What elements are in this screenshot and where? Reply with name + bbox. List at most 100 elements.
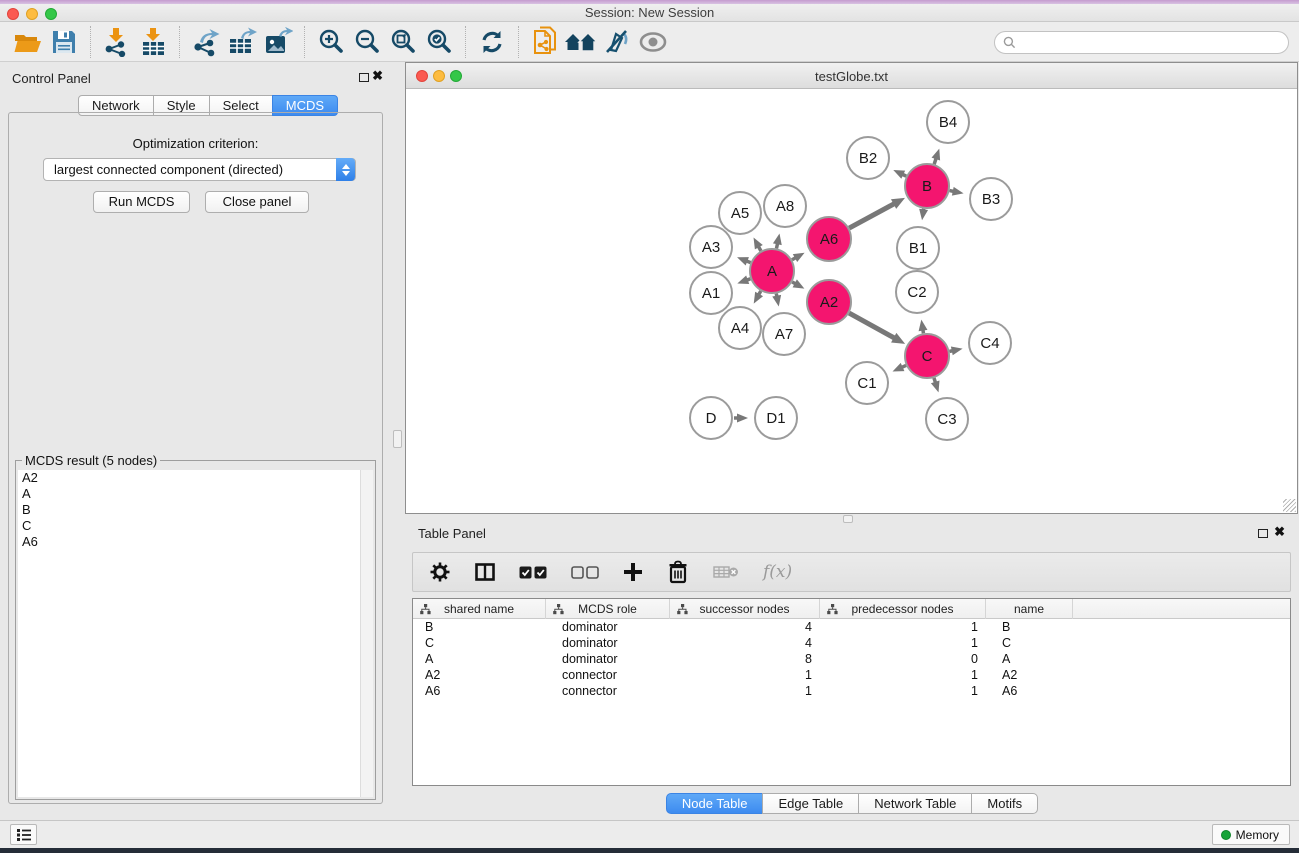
cell-predecessor-nodes[interactable]: 1 <box>820 667 986 683</box>
cell-successor-nodes[interactable]: 1 <box>670 667 820 683</box>
cell-name[interactable]: B <box>986 619 1073 635</box>
deselect-all-checkboxes-icon[interactable] <box>571 566 599 579</box>
splitter-grip[interactable] <box>393 430 402 448</box>
graph-node-C[interactable]: C <box>905 334 949 378</box>
cell-MCDS-role[interactable]: dominator <box>546 635 670 651</box>
close-panel-icon[interactable]: ✖ <box>1274 524 1285 540</box>
cell-shared-name[interactable]: A6 <box>413 683 546 699</box>
tab-motifs[interactable]: Motifs <box>971 793 1038 814</box>
zoom-selected-icon[interactable] <box>421 25 457 59</box>
cell-predecessor-nodes[interactable]: 1 <box>820 683 986 699</box>
cell-MCDS-role[interactable]: dominator <box>546 619 670 635</box>
table-row[interactable]: A2connector11A2 <box>413 667 1290 683</box>
splitter-grip[interactable] <box>843 515 853 523</box>
zoom-in-icon[interactable] <box>313 25 349 59</box>
graph-node-C3[interactable]: C3 <box>926 398 968 440</box>
tab-network-table[interactable]: Network Table <box>858 793 972 814</box>
run-mcds-button[interactable]: Run MCDS <box>93 191 190 213</box>
search-field[interactable] <box>994 31 1289 54</box>
graph-node-C2[interactable]: C2 <box>896 271 938 313</box>
cell-shared-name[interactable]: A2 <box>413 667 546 683</box>
graph-node-A6[interactable]: A6 <box>807 217 851 261</box>
close-panel-icon[interactable]: ✖ <box>372 68 383 84</box>
table-row[interactable]: Cdominator41C <box>413 635 1290 651</box>
export-table-icon[interactable] <box>224 25 260 59</box>
graph-node-B3[interactable]: B3 <box>970 178 1012 220</box>
result-item[interactable]: A <box>18 486 360 502</box>
graph-node-A1[interactable]: A1 <box>690 272 732 314</box>
vertical-splitter[interactable] <box>391 62 405 820</box>
delete-column-trash-icon[interactable] <box>667 560 689 584</box>
search-input[interactable] <box>1021 34 1288 52</box>
graph-node-B[interactable]: B <box>905 164 949 208</box>
zoom-fit-icon[interactable] <box>385 25 421 59</box>
cell-name[interactable]: A6 <box>986 683 1073 699</box>
gear-icon[interactable] <box>429 561 451 583</box>
graph-node-A2[interactable]: A2 <box>807 280 851 324</box>
clone-network-document-icon[interactable] <box>527 25 563 59</box>
graph-node-A7[interactable]: A7 <box>763 313 805 355</box>
cell-name[interactable]: A <box>986 651 1073 667</box>
graph-node-C1[interactable]: C1 <box>846 362 888 404</box>
cell-shared-name[interactable]: B <box>413 619 546 635</box>
graph-node-A[interactable]: A <box>750 249 794 293</box>
graph-node-A3[interactable]: A3 <box>690 226 732 268</box>
cell-MCDS-role[interactable]: dominator <box>546 651 670 667</box>
import-network-icon[interactable] <box>99 25 135 59</box>
column-header-shared-name[interactable]: shared name <box>413 599 546 619</box>
cell-predecessor-nodes[interactable]: 1 <box>820 635 986 651</box>
open-folder-icon[interactable] <box>10 25 46 59</box>
save-icon[interactable] <box>46 25 82 59</box>
result-item[interactable]: C <box>18 518 360 534</box>
memory-button[interactable]: Memory <box>1212 824 1290 845</box>
home-icon[interactable] <box>563 25 599 59</box>
graph-node-B2[interactable]: B2 <box>847 137 889 179</box>
network-canvas[interactable]: B4B2BB3A5A8A6A3B1AA1C2A2A4A7C4CC1C3DD1 <box>406 89 1297 513</box>
table-row[interactable]: Bdominator41B <box>413 619 1290 635</box>
criterion-dropdown[interactable]: largest connected component (directed) <box>43 158 356 181</box>
cell-successor-nodes[interactable]: 4 <box>670 635 820 651</box>
horizontal-splitter[interactable] <box>405 514 1299 524</box>
add-column-icon[interactable] <box>623 562 643 582</box>
cell-successor-nodes[interactable]: 8 <box>670 651 820 667</box>
graph-node-D[interactable]: D <box>690 397 732 439</box>
split-columns-icon[interactable] <box>475 563 495 581</box>
edge-A2-C[interactable] <box>849 313 895 339</box>
graph-node-A4[interactable]: A4 <box>719 307 761 349</box>
column-header-name[interactable]: name <box>986 599 1073 619</box>
zoom-out-icon[interactable] <box>349 25 385 59</box>
cell-shared-name[interactable]: C <box>413 635 546 651</box>
column-header-MCDS-role[interactable]: MCDS role <box>546 599 670 619</box>
annotation-pen-disabled-icon[interactable] <box>599 25 635 59</box>
graph-node-B4[interactable]: B4 <box>927 101 969 143</box>
tab-edge-table[interactable]: Edge Table <box>762 793 859 814</box>
cell-shared-name[interactable]: A <box>413 651 546 667</box>
tab-node-table[interactable]: Node Table <box>666 793 764 814</box>
resize-grip-icon[interactable] <box>1283 499 1296 512</box>
graph-node-B1[interactable]: B1 <box>897 227 939 269</box>
task-history-button[interactable] <box>10 824 37 845</box>
column-header-successor-nodes[interactable]: successor nodes <box>670 599 820 619</box>
graph-node-A5[interactable]: A5 <box>719 192 761 234</box>
cell-predecessor-nodes[interactable]: 1 <box>820 619 986 635</box>
export-network-icon[interactable] <box>188 25 224 59</box>
cell-successor-nodes[interactable]: 4 <box>670 619 820 635</box>
cell-successor-nodes[interactable]: 1 <box>670 683 820 699</box>
graph-node-A8[interactable]: A8 <box>764 185 806 227</box>
show-details-eye-icon[interactable] <box>635 25 671 59</box>
edge-A6-B[interactable] <box>849 203 895 228</box>
cell-name[interactable]: A2 <box>986 667 1073 683</box>
float-panel-icon[interactable] <box>359 73 369 82</box>
import-table-icon[interactable] <box>135 25 171 59</box>
refresh-icon[interactable] <box>474 25 510 59</box>
cell-MCDS-role[interactable]: connector <box>546 683 670 699</box>
float-panel-icon[interactable] <box>1258 529 1268 538</box>
table-row[interactable]: Adominator80A <box>413 651 1290 667</box>
result-item[interactable]: A6 <box>18 534 360 550</box>
select-all-checkboxes-icon[interactable] <box>519 566 547 579</box>
table-row[interactable]: A6connector11A6 <box>413 683 1290 699</box>
cell-name[interactable]: C <box>986 635 1073 651</box>
cell-MCDS-role[interactable]: connector <box>546 667 670 683</box>
graph-node-D1[interactable]: D1 <box>755 397 797 439</box>
column-header-predecessor-nodes[interactable]: predecessor nodes <box>820 599 986 619</box>
